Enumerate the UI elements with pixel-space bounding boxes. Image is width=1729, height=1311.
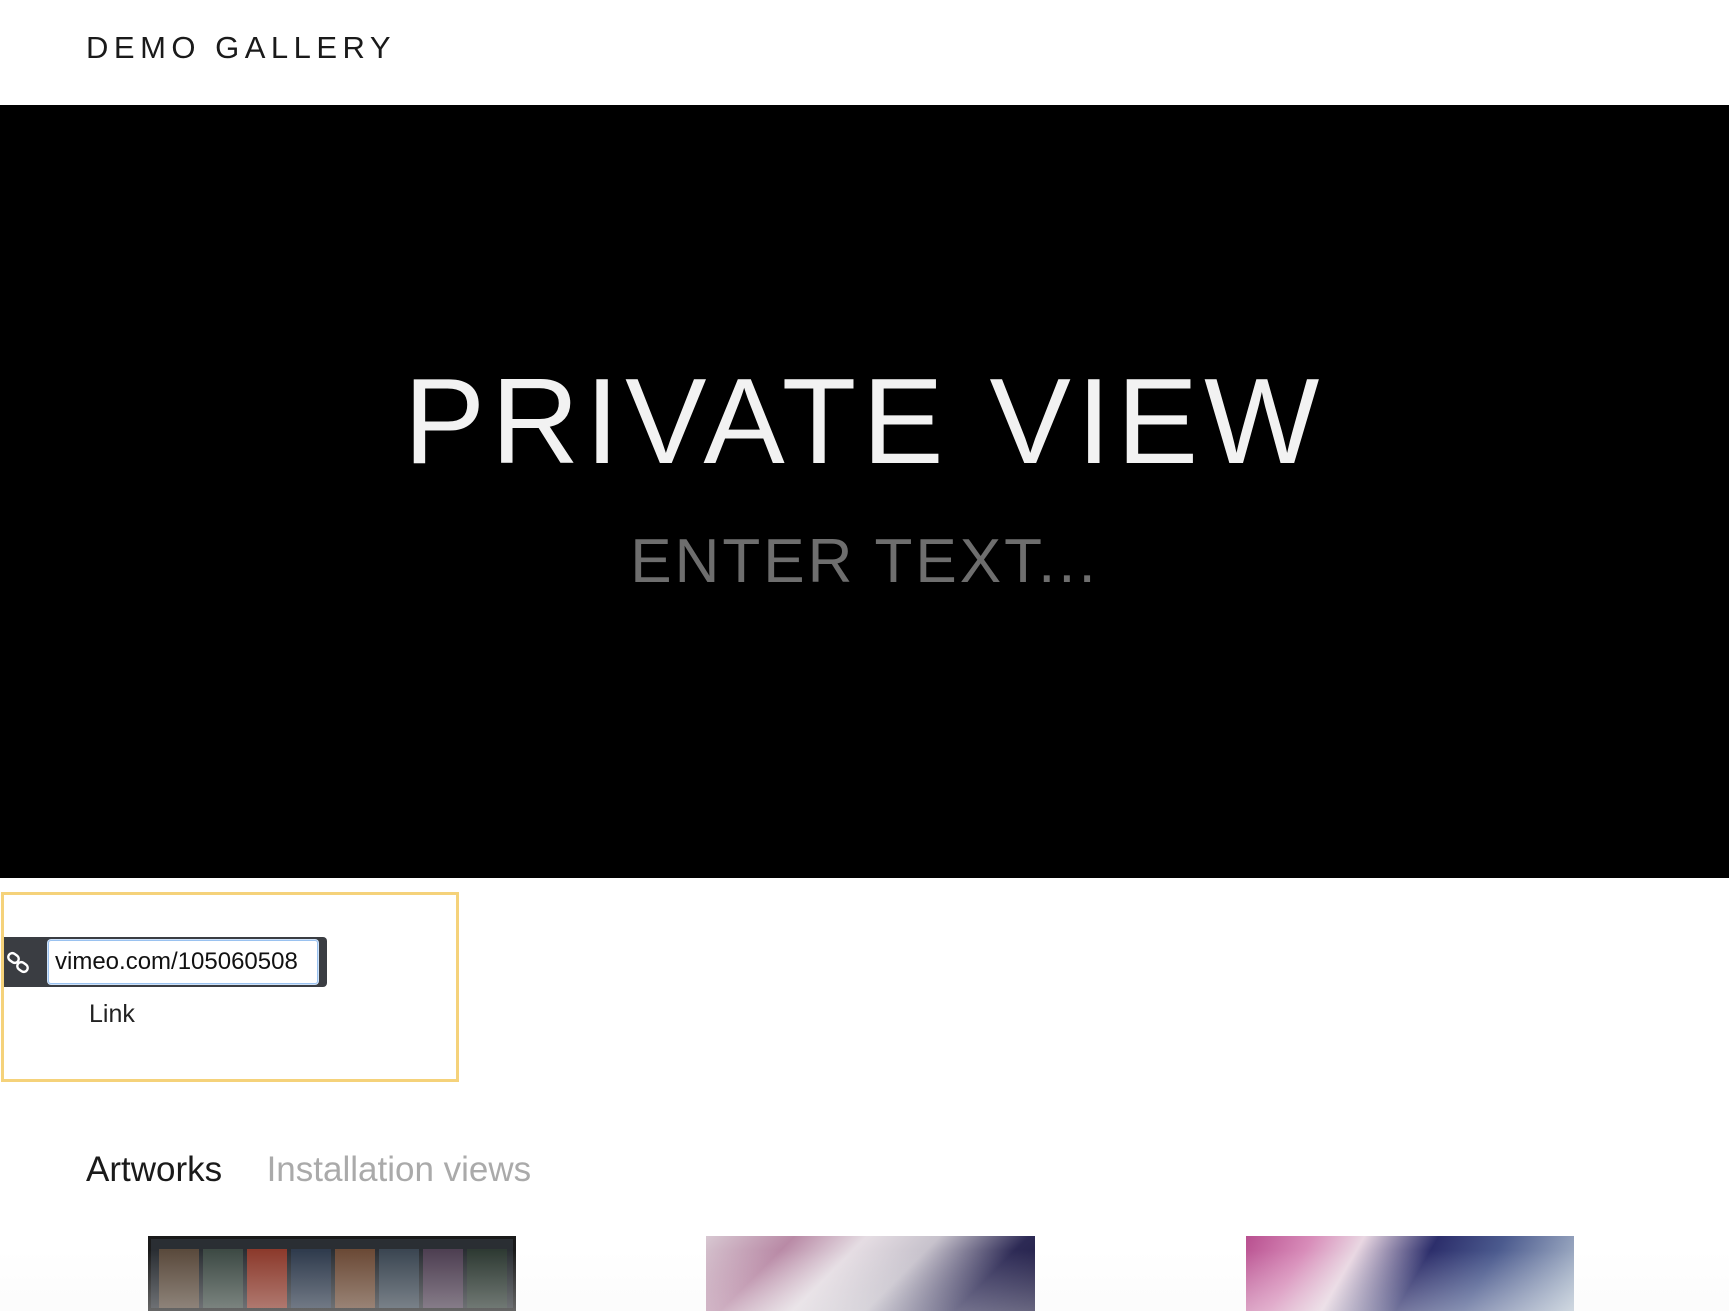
artwork-tile (159, 1249, 199, 1308)
link-url-input[interactable] (48, 940, 318, 984)
tab-installation-views[interactable]: Installation views (267, 1150, 532, 1190)
artwork-tile (379, 1249, 419, 1308)
page: DEMO GALLERY PRIVATE VIEW ENTER TEXT... … (0, 0, 1729, 1311)
site-header: DEMO GALLERY (0, 0, 1729, 105)
hero-banner[interactable]: PRIVATE VIEW ENTER TEXT... (0, 105, 1729, 878)
link-label: Link (89, 1000, 135, 1028)
hero-subtitle-placeholder[interactable]: ENTER TEXT... (0, 531, 1729, 593)
link-toolbar (4, 937, 327, 987)
link-editor-block[interactable]: Link (1, 892, 459, 1082)
artwork-tile (335, 1249, 375, 1308)
artwork-tile (247, 1249, 287, 1308)
artwork-tile (467, 1249, 507, 1308)
gallery-tabs: Artworks Installation views (86, 1150, 571, 1200)
artwork-thumbnail[interactable] (1246, 1236, 1574, 1311)
site-title[interactable]: DEMO GALLERY (86, 30, 396, 66)
tab-artworks[interactable]: Artworks (86, 1150, 222, 1190)
hero-title[interactable]: PRIVATE VIEW (0, 360, 1729, 482)
artwork-tile (423, 1249, 463, 1308)
artwork-tile (291, 1249, 331, 1308)
artwork-thumbnail[interactable] (706, 1236, 1035, 1311)
artwork-tile (203, 1249, 243, 1308)
link-icon[interactable] (6, 950, 32, 976)
artwork-thumbnail[interactable] (148, 1236, 516, 1311)
